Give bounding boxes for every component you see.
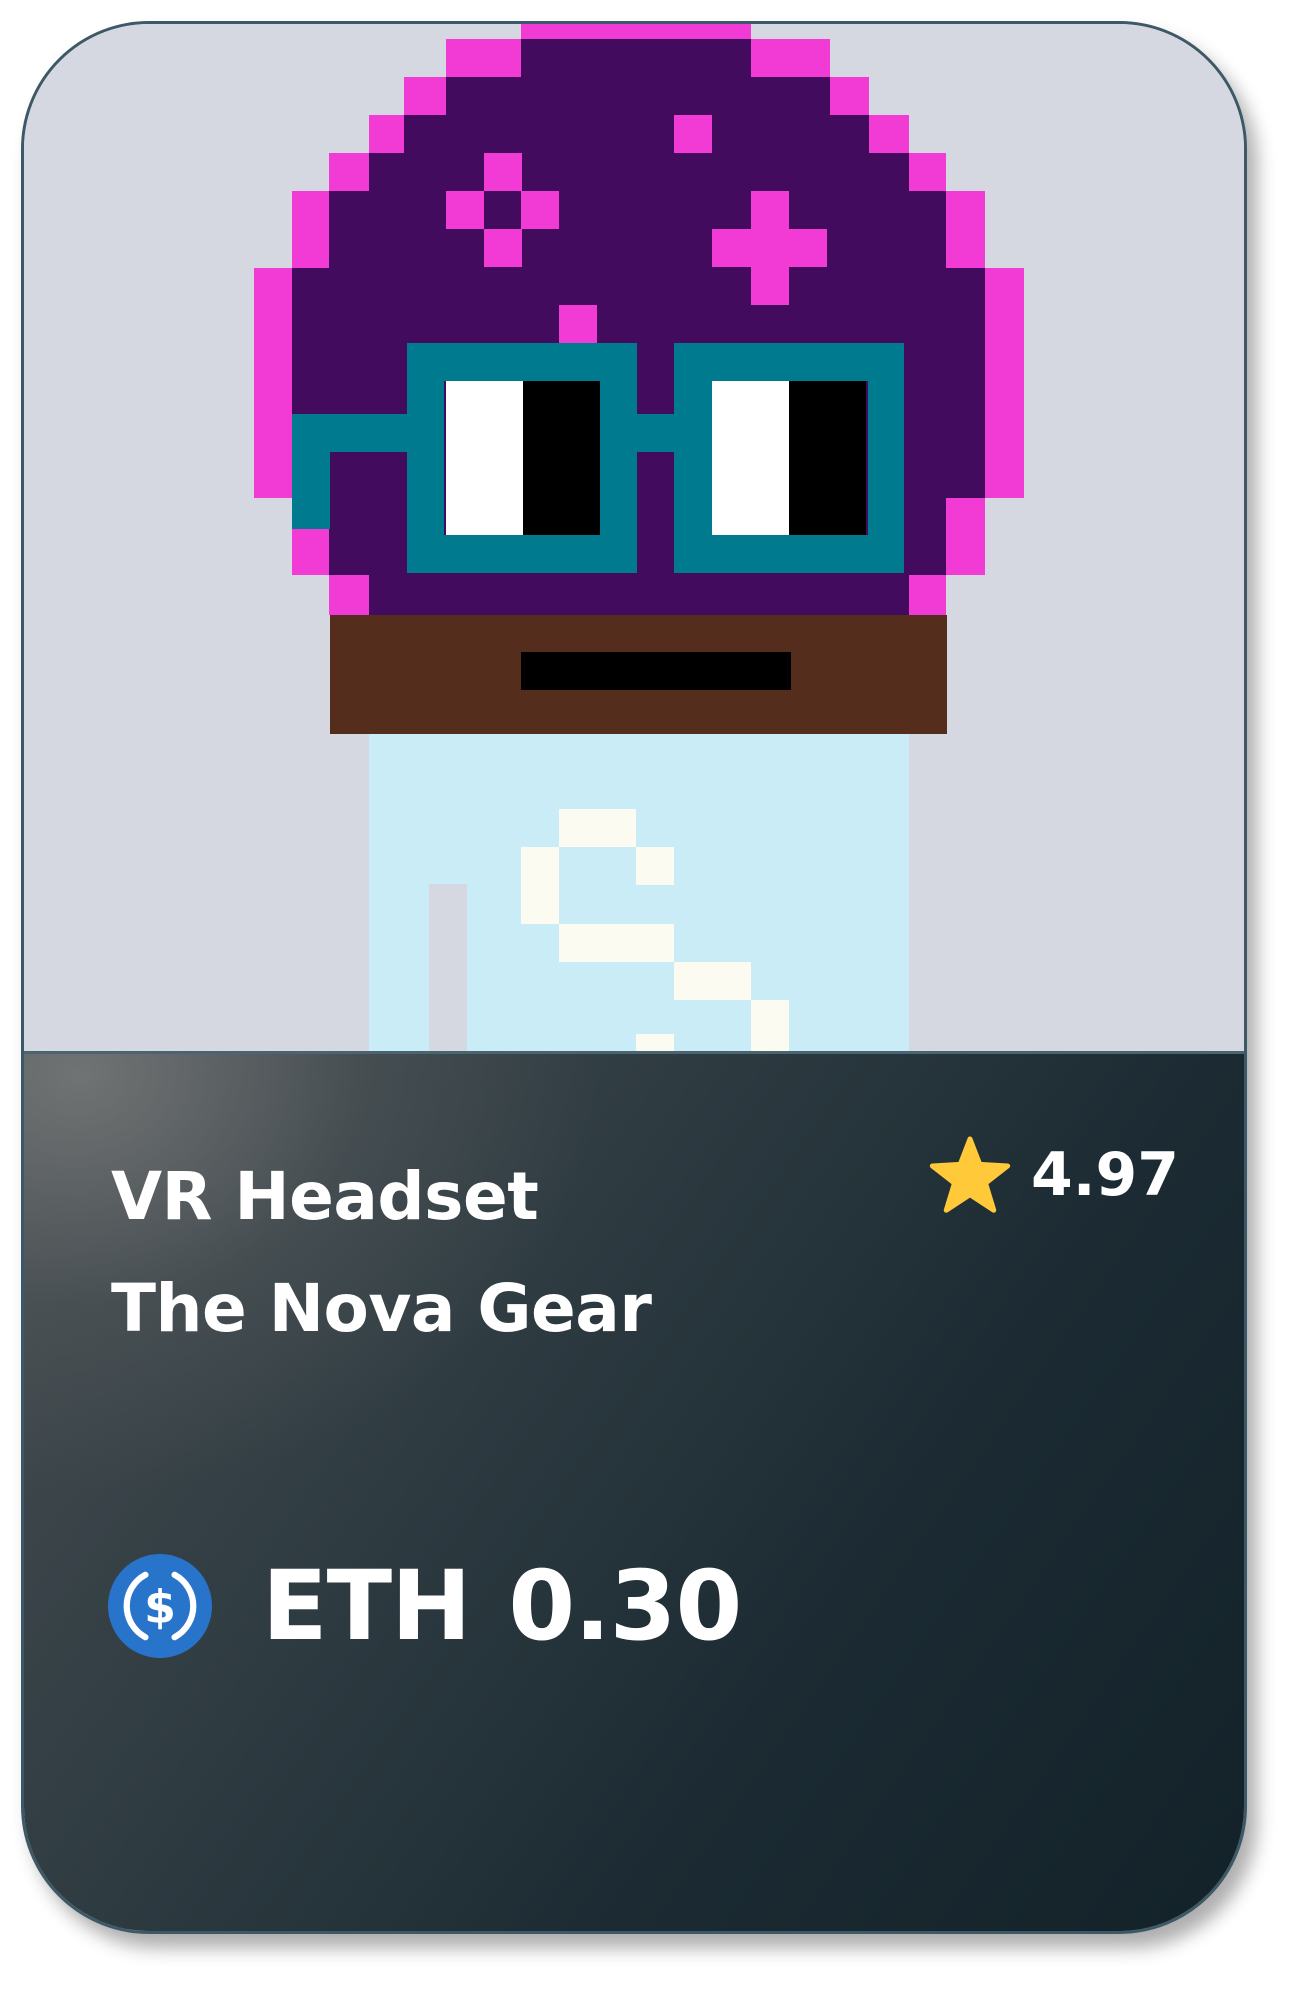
product-card[interactable]: VR Headset The Nova Gear 4.97 $ ETH 0.30 — [21, 21, 1247, 1934]
svg-text:$: $ — [144, 1581, 176, 1634]
product-name: The Nova Gear — [111, 1270, 652, 1347]
pixel-avatar-image — [254, 24, 1024, 1051]
rating-value: 4.97 — [1031, 1140, 1180, 1210]
star-icon — [929, 1136, 1011, 1213]
usd-coin-icon: $ — [108, 1554, 212, 1658]
product-category: VR Headset — [111, 1158, 539, 1235]
price: $ ETH 0.30 — [108, 1550, 742, 1662]
rating: 4.97 — [929, 1134, 1179, 1216]
nft-artwork — [24, 24, 1244, 1051]
price-currency: ETH — [262, 1550, 471, 1662]
price-amount: 0.30 — [508, 1550, 742, 1662]
product-info-panel: VR Headset The Nova Gear 4.97 $ ETH 0.30 — [24, 1051, 1244, 1931]
